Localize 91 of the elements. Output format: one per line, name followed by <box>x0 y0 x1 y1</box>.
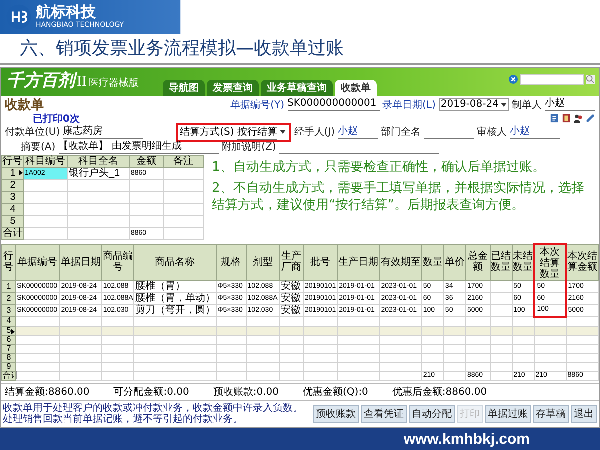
maker-field[interactable]: 小赵 <box>545 98 595 111</box>
field-label: 制单人 <box>512 98 542 112</box>
tab[interactable]: 业务草稿查询 <box>261 80 333 96</box>
note-text: 1、自动生成方式，只需要检查正确性，确认后单据过账。 <box>212 159 546 176</box>
column-header: 单据编号 <box>16 244 60 280</box>
field-label: 经手人(J) <box>294 126 336 139</box>
column-header: 数量 <box>422 244 444 280</box>
caret-icon <box>280 130 286 134</box>
action-button[interactable]: 存草稿 <box>533 404 569 423</box>
brand-name: 航标科技 <box>36 4 97 21</box>
action-button[interactable]: 退出 <box>571 404 597 423</box>
row-number: 1 <box>2 280 16 292</box>
table-cell: 安徽 <box>279 280 304 292</box>
column-header: 本次结算数量 <box>534 244 566 280</box>
app-logo-numeral: II <box>77 74 87 91</box>
users-icon[interactable] <box>574 114 583 123</box>
field-label: 单据编号(Y) <box>230 98 284 112</box>
table-cell: 腰椎（胃，单动） <box>134 292 216 304</box>
row-number: 1 <box>2 168 24 180</box>
field-label: 付款单位(U) <box>5 126 60 139</box>
summary-text: 结算金额:8860.00 <box>5 386 90 398</box>
summary-text: 预收账款:0.00 <box>213 386 280 398</box>
action-button[interactable]: 预收账款 <box>313 404 359 423</box>
column-header: 单价 <box>444 244 466 280</box>
row-number: 2 <box>2 180 24 192</box>
table-cell: 安徽 <box>279 304 304 316</box>
summary-text: 优惠后金额:8860.00 <box>392 386 488 398</box>
row-label: 合计 <box>2 228 24 240</box>
field-label: 部门全名 <box>381 126 422 139</box>
document-icon[interactable] <box>550 114 559 123</box>
table-cell: 腰椎（胃） <box>134 280 216 292</box>
field-label: 摘要(A) <box>21 140 56 154</box>
field-label: 录单日期(L) <box>382 98 436 112</box>
row-pointer-icon <box>19 170 23 176</box>
column-header: 金额 <box>130 156 164 168</box>
column-header: 商品编号 <box>102 244 134 280</box>
column-header: 本次结算金额 <box>566 244 598 280</box>
action-button[interactable]: 查看凭证 <box>361 404 407 423</box>
column-header: 已结数量 <box>490 244 512 280</box>
column-header: 生产厂商 <box>279 244 304 280</box>
column-header: 科目编号 <box>24 156 68 168</box>
book-icon[interactable] <box>562 114 571 123</box>
settlement-method-dropdown[interactable]: 结算方式(S) 按行结算 <box>176 122 292 142</box>
search-field[interactable] <box>520 74 584 85</box>
column-header: 商品名称 <box>134 244 216 280</box>
table-cell: 剪刀（弯开，圆） <box>134 304 216 316</box>
note-text: 2、不自动生成方式，需要手工填写单据，并根据实际情况，选择结算方式，建议使用“按行结算”。后期报表查询方便。 <box>212 180 586 214</box>
handler-field[interactable]: 小赵 <box>338 126 378 138</box>
column-header: 单据日期 <box>60 244 102 280</box>
table-cell: 安徽 <box>279 292 304 304</box>
row-number: 5 <box>2 216 24 228</box>
column-header: 备注 <box>164 156 204 168</box>
app-edition: 医疗器械版 <box>89 76 139 90</box>
row-number: 4 <box>2 316 16 326</box>
summary-text: 优惠金额(Q):0 <box>303 386 368 398</box>
row-number: 4 <box>2 204 24 216</box>
link-icon[interactable] <box>586 114 595 123</box>
date-dropdown[interactable]: 2019-08-24 <box>438 98 509 111</box>
row-pointer-icon <box>11 328 16 334</box>
row-number: 3 <box>2 304 16 316</box>
field-label: 审核人 <box>477 126 508 139</box>
column-header: 总金额 <box>466 244 490 280</box>
tab[interactable]: 发票查询 <box>207 80 259 96</box>
action-button[interactable]: 单据过账 <box>485 404 531 423</box>
slide-title: 六、销项发票业务流程模拟—收款单过账 <box>19 37 345 60</box>
clear-icon[interactable] <box>509 75 518 84</box>
payer-field[interactable]: 康志药房 <box>63 126 144 138</box>
form-title: 收款单 <box>5 96 44 114</box>
field-label: 附加说明(Z) <box>222 140 276 154</box>
column-header: 行号 <box>2 156 24 168</box>
column-header: 规格 <box>216 244 246 280</box>
column-header: 科目全名 <box>68 156 130 168</box>
table-cell: 银行户头_1 <box>68 168 130 180</box>
tab[interactable]: 导航图 <box>163 80 205 96</box>
tab[interactable]: 收款单 <box>335 80 377 96</box>
print-status: 已打印0次 <box>33 112 80 126</box>
website-url: www.kmhbkj.com <box>404 430 530 448</box>
auditor-field[interactable]: 小赵 <box>510 126 560 138</box>
column-header: 生产日期 <box>338 244 380 280</box>
row-number: 2 <box>2 292 16 304</box>
action-button[interactable]: 自动分配 <box>409 404 455 423</box>
caret-icon <box>501 102 507 106</box>
row-number: 3 <box>2 192 24 204</box>
doc-number-field[interactable]: SK000000000001 <box>288 98 380 111</box>
column-header: 批号 <box>303 244 338 280</box>
hint-text: 处理销售回款当前单据记账，避不等引起的付款业务。 <box>3 414 243 425</box>
column-header: 有效期至 <box>380 244 422 280</box>
column-header: 行号 <box>2 244 16 280</box>
summary-text: 可分配金额:0.00 <box>114 386 190 398</box>
column-header: 剂型 <box>246 244 280 280</box>
search-icon[interactable] <box>586 75 595 84</box>
